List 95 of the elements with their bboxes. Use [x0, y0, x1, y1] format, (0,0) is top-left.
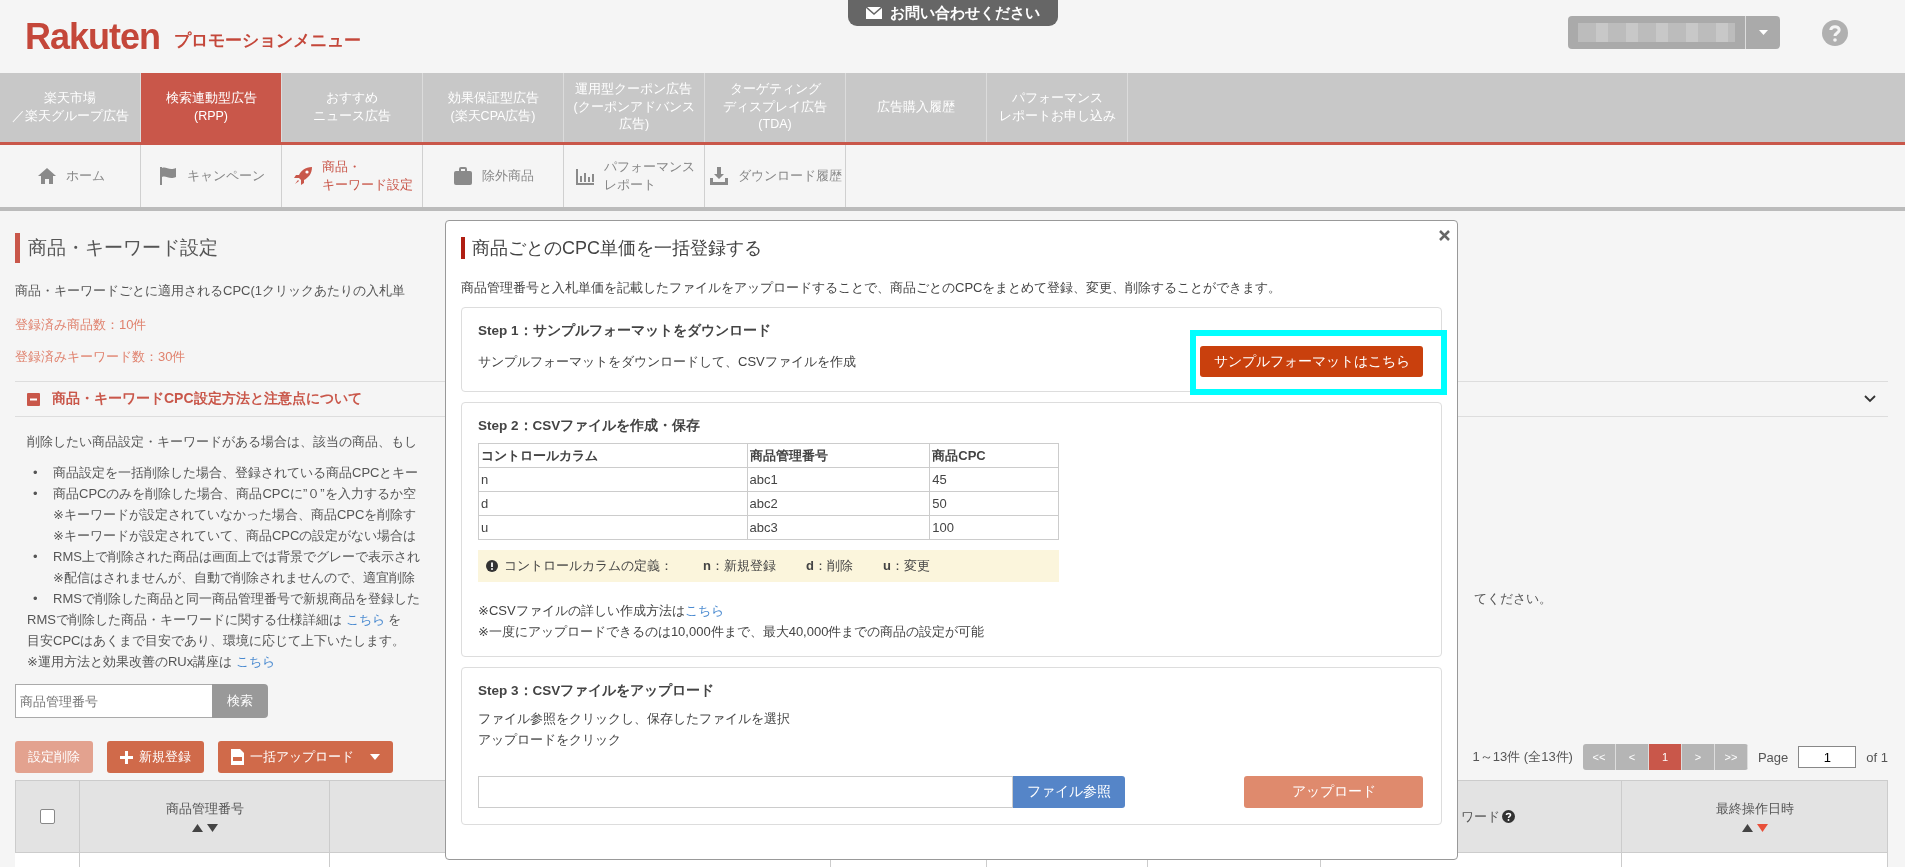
- table-cell: d: [478, 491, 748, 516]
- note-text: RMSで削除した商品・キーワードに関する仕様詳細は こちら を: [27, 611, 402, 629]
- note-text: 目安CPCはあくまで目安であり、環境に応じて上下いたします。: [27, 632, 406, 650]
- subnav-tab[interactable]: 除外商品: [423, 145, 564, 207]
- subnav-tab[interactable]: キャンペーン: [141, 145, 282, 207]
- table-cell: u: [478, 515, 748, 540]
- definition-label: コントロールカラムの定義：: [504, 557, 673, 575]
- browse-button[interactable]: ファイル参照: [1013, 776, 1125, 808]
- minus-icon: [27, 392, 40, 406]
- caret-icon: [1758, 30, 1768, 35]
- sub-note-text: ※キーワードが設定されていて、商品CPCの設定がない場合は: [53, 527, 417, 545]
- subnav-tab[interactable]: 商品・ キーワード設定: [282, 145, 423, 207]
- flag-icon: [157, 165, 179, 187]
- link[interactable]: こちら: [345, 612, 385, 627]
- bullet-marker: •: [32, 590, 39, 608]
- csv-file-icon: [231, 749, 244, 765]
- column-header: ワード: [1461, 807, 1500, 826]
- table-cell: 50: [929, 491, 1059, 516]
- step-text: ファイル参照をクリックし、保存したファイルを選択: [478, 710, 791, 728]
- plus-icon: [120, 750, 133, 764]
- link[interactable]: こちら: [684, 603, 724, 618]
- bullet-marker: •: [32, 548, 39, 566]
- logo[interactable]: Rakuten: [25, 15, 161, 58]
- registered-count: 登録済み商品数：10件: [15, 316, 147, 334]
- dialog-title: 商品ごとのCPC単価を一括登録する: [461, 237, 1442, 259]
- file-path-field[interactable]: [478, 776, 1013, 808]
- result-summary: 1～13件 (全13件): [1472, 748, 1573, 766]
- select-all-checkbox[interactable]: [40, 809, 55, 824]
- search-button[interactable]: 検索: [212, 684, 268, 718]
- contact-tab[interactable]: お問い合わせください: [848, 0, 1058, 26]
- action-button[interactable]: 一括アップロード: [218, 741, 393, 773]
- page-number-field[interactable]: 1: [1798, 746, 1857, 768]
- bullet-text: RMSで削除した商品と同一商品管理番号で新規商品を登録した: [53, 590, 420, 608]
- sort-arrows-icon[interactable]: [1740, 823, 1769, 833]
- registered-count: 登録済みキーワード数：30件: [15, 348, 186, 366]
- download-icon: [708, 165, 730, 187]
- table-cell: n: [478, 467, 748, 492]
- pagination-button[interactable]: <<: [1582, 744, 1616, 770]
- bullet-text: てください。: [1474, 590, 1553, 608]
- description-text: 商品・キーワードごとに適用されるCPC(1クリックあたりの入札単: [15, 282, 405, 300]
- table-header-cell: 商品CPC: [929, 443, 1059, 468]
- definition-item: u：変更: [882, 557, 930, 575]
- search-field[interactable]: 商品管理番号: [15, 684, 212, 718]
- subnav-tab[interactable]: パフォーマンス レポート: [564, 145, 705, 207]
- nav-tab[interactable]: 検索連動型広告 (RPP): [141, 73, 282, 142]
- step-title: Step 2：CSVファイルを作成・保存: [478, 417, 702, 435]
- table-cell: abc2: [747, 491, 930, 516]
- column-header: 商品管理番号: [165, 800, 244, 818]
- bullet-text: RMS上で削除された商品は画面上では背景でグレーで表示され: [53, 548, 420, 566]
- pagination-button[interactable]: >: [1681, 744, 1715, 770]
- rocket-icon: [291, 165, 314, 187]
- note-text: ※一度にアップロードできるのは10,000件まで、最大40,000件までの商品の設定が可能: [478, 623, 986, 641]
- column-header: 最終操作日時: [1715, 800, 1794, 818]
- table-cell: abc1: [747, 467, 930, 492]
- note-text: ※運用方法と効果改善のRUx講座は こちら: [27, 653, 275, 671]
- sample-format-button[interactable]: サンプルフォーマットはこちら: [1200, 346, 1423, 377]
- chevron-down-icon: [1864, 395, 1876, 403]
- briefcase-icon: [452, 165, 474, 187]
- sub-note-text: ※キーワードが設定されていなかった場合、商品CPCを削除す: [53, 506, 417, 524]
- page-total: of 1: [1866, 749, 1888, 765]
- definition-item: d：削除: [805, 557, 853, 575]
- table-header-cell: 商品管理番号: [747, 443, 930, 468]
- table-header-cell: コントロールカラム: [478, 443, 748, 468]
- note-text: ※CSVファイルの詳しい作成方法はこちら: [478, 602, 725, 620]
- caret-icon: [370, 754, 380, 760]
- table-cell: 45: [929, 467, 1059, 492]
- step-text: アップロードをクリック: [478, 731, 622, 749]
- bullet-text: 商品設定を一括削除した場合、登録されている商品CPCとキー: [53, 464, 419, 482]
- help-icon[interactable]: [1502, 810, 1515, 823]
- link[interactable]: こちら: [235, 654, 275, 669]
- app-subtitle: プロモーションメニュー: [174, 30, 362, 52]
- subnav-tab[interactable]: ホーム: [0, 145, 141, 207]
- table-cell: abc3: [747, 515, 930, 540]
- accordion-title: 商品・キーワードCPC設定方法と注意点について: [52, 390, 362, 408]
- action-button[interactable]: 新規登録: [107, 741, 204, 773]
- note-text: 削除したい商品設定・キーワードがある場合は、該当の商品、もし: [27, 433, 417, 451]
- pagination-button[interactable]: <: [1615, 744, 1649, 770]
- subnav-tab[interactable]: ダウンロード履歴: [705, 145, 846, 207]
- pagination-button[interactable]: >>: [1714, 744, 1748, 770]
- envelope-icon: [866, 7, 882, 19]
- bullet-marker: •: [32, 485, 39, 503]
- page-label: Page: [1757, 749, 1789, 765]
- sort-arrows-icon[interactable]: [190, 823, 219, 833]
- sub-note-text: ※配信はされませんが、自動で削除されませんので、適宜削除: [53, 569, 415, 587]
- bullet-text: 商品CPCのみを削除した場合、商品CPCに”０”を入力するか空: [53, 485, 416, 503]
- pagination-button[interactable]: 1: [1648, 744, 1682, 770]
- step-title: Step 1：サンプルフォーマットをダウンロード: [478, 322, 772, 340]
- table-cell: 100: [929, 515, 1059, 540]
- step-text: サンプルフォーマットをダウンロードして、CSVファイルを作成: [478, 352, 856, 371]
- dialog-description: 商品管理番号と入札単価を記載したファイルをアップロードすることで、商品ごとのCPCをまとめて登録、変更、削除することができます。: [461, 279, 1283, 297]
- exclamation-icon: [486, 560, 498, 572]
- step-title: Step 3：CSVファイルをアップロード: [478, 682, 716, 700]
- close-icon[interactable]: [1439, 230, 1450, 241]
- bullet-marker: •: [32, 464, 39, 482]
- definition-item: n：新規登録: [703, 557, 776, 575]
